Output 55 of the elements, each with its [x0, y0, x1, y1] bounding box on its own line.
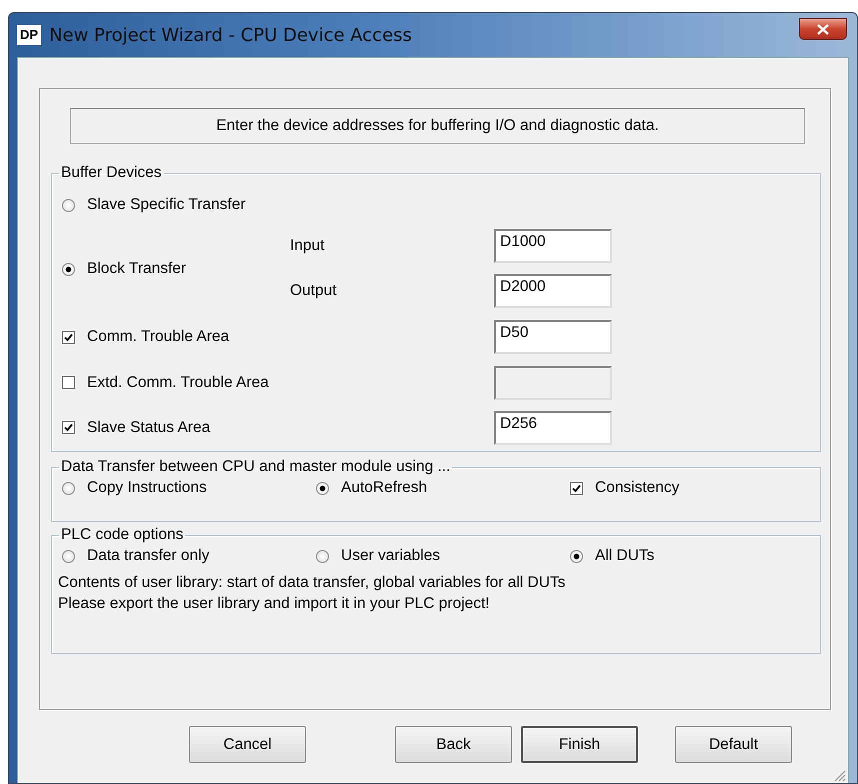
radio-button[interactable]: [316, 482, 329, 494]
field-label: Output: [290, 282, 338, 300]
dialog-button[interactable]: Cancel: [189, 726, 306, 763]
resize-grip-icon: [832, 768, 846, 782]
radio-button[interactable]: [62, 198, 75, 212]
radio-button[interactable]: [570, 550, 583, 562]
radio-option[interactable]: Slave Specific Transfer: [62, 196, 494, 214]
radio-option[interactable]: User variables: [316, 547, 570, 565]
option-label: Extd. Comm. Trouble Area: [87, 374, 269, 392]
field-label: Input: [290, 237, 326, 255]
option-label: Data transfer only: [87, 547, 210, 565]
check-icon: [64, 423, 73, 432]
close-button[interactable]: [799, 18, 847, 40]
option-label: Slave Status Area: [87, 418, 210, 436]
note-text: Contents of user library: start of data transfer, global variables for all DUTs: [58, 573, 566, 593]
group-label: PLC code options: [60, 526, 184, 544]
checkbox-option[interactable]: Slave Status Area: [62, 418, 494, 436]
checkbox[interactable]: [62, 330, 75, 344]
checkbox[interactable]: [570, 482, 583, 494]
group-label: Buffer Devices: [60, 164, 163, 182]
radio-option[interactable]: AutoRefresh: [316, 479, 570, 497]
dialog-button[interactable]: Finish: [521, 726, 638, 763]
option-label: User variables: [341, 547, 440, 565]
dialog-button[interactable]: Back: [395, 726, 512, 763]
radio-button[interactable]: [316, 550, 329, 562]
option-label: Comm. Trouble Area: [87, 328, 230, 346]
address-field[interactable]: D2000: [494, 274, 612, 308]
address-field[interactable]: D1000: [494, 229, 612, 263]
checkbox-option[interactable]: Comm. Trouble Area: [62, 328, 494, 346]
option-label: Copy Instructions: [87, 479, 207, 497]
app-badge: DP: [17, 25, 42, 45]
dialog-button[interactable]: Default: [675, 726, 792, 763]
group-label: Data Transfer between CPU and master module using ...: [60, 458, 452, 476]
check-icon: [64, 332, 73, 342]
instruction-text: Enter the device addresses for buffering I/O and diagnostic data.: [70, 108, 805, 144]
note-text: Please export the user library and import it in your PLC project!: [58, 594, 491, 614]
radio-option[interactable]: Block Transfer: [62, 260, 290, 278]
address-field[interactable]: D50: [494, 320, 612, 354]
radio-option[interactable]: All DUTs: [570, 547, 770, 565]
option-label: All DUTs: [595, 547, 654, 565]
radio-button[interactable]: [62, 482, 75, 494]
option-label: AutoRefresh: [341, 479, 428, 497]
window-title: New Project Wizard - CPU Device Access: [49, 24, 412, 46]
checkbox-option[interactable]: Consistency: [570, 479, 770, 497]
option-label: Slave Specific Transfer: [87, 196, 246, 214]
close-icon: [817, 24, 829, 34]
option-label: Consistency: [595, 479, 680, 497]
radio-option[interactable]: Data transfer only: [62, 547, 316, 565]
address-field[interactable]: D256: [494, 410, 612, 444]
radio-button[interactable]: [62, 550, 75, 562]
radio-option[interactable]: Copy Instructions: [62, 479, 316, 497]
option-label: Block Transfer: [87, 260, 186, 278]
check-icon: [572, 484, 581, 492]
radio-button[interactable]: [62, 262, 75, 276]
checkbox[interactable]: [62, 421, 75, 434]
